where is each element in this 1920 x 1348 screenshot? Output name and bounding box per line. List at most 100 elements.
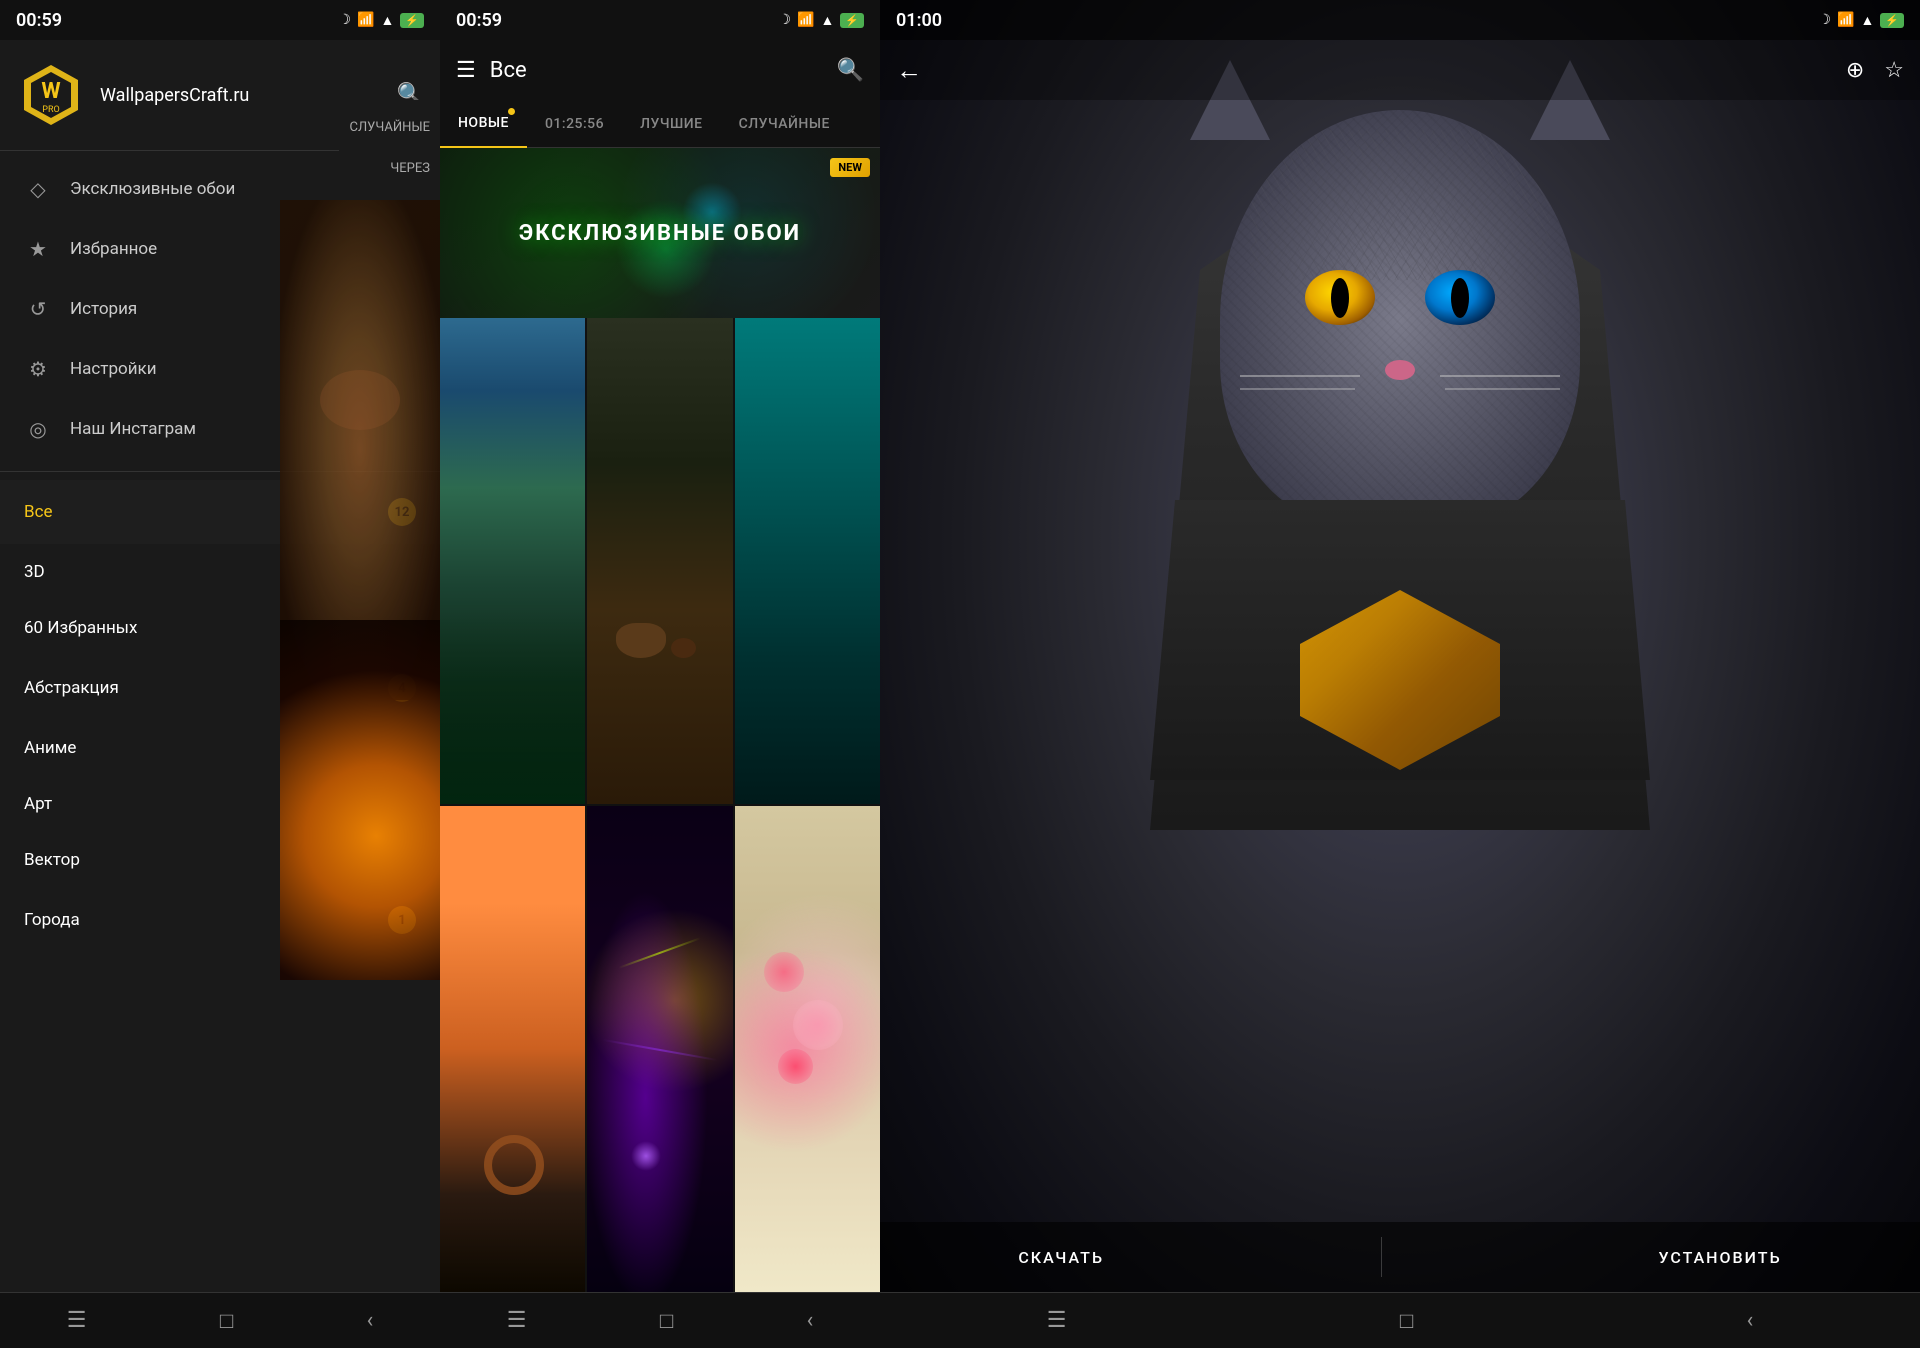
status-icons-2: ☽ 📶 ▲ ⚡ [778, 12, 864, 29]
category-anime-label: Аниме [24, 738, 76, 758]
panel-sidebar: 00:59 ☽ 📶 ▲ ⚡ W PRO WallpapersCraft.ru 🔍… [0, 0, 440, 1348]
whisker-right-1 [1440, 375, 1560, 377]
panel-gallery: 00:59 ☽ 📶 ▲ ⚡ ☰ Все 🔍 НОВЫЕ 01:25:56 ЛУЧ… [440, 0, 880, 1348]
tab-best-label: ЛУЧШИЕ [640, 116, 702, 132]
partial-tab-2: ЧЕРЕЗ [349, 155, 430, 182]
tab-new-label: НОВЫЕ [458, 115, 509, 131]
moon-icon-2: ☽ [778, 12, 791, 28]
hoodie-front [1150, 500, 1650, 780]
detail-action-bar: СКАЧАТЬ УСТАНОВИТЬ [880, 1222, 1920, 1292]
whisker-left-1 [1240, 375, 1360, 377]
status-time-1: 00:59 [16, 10, 62, 31]
nav-history-label: История [70, 299, 137, 319]
sidebar-header: W PRO WallpapersCraft.ru 🔍 СЛУЧАЙНЫЕ ЧЕР… [0, 40, 440, 151]
download-button[interactable]: СКАЧАТЬ [1018, 1248, 1104, 1267]
instagram-icon: ◎ [24, 417, 52, 441]
svg-text:PRO: PRO [42, 105, 59, 115]
wallpaper-grid [440, 318, 880, 1292]
cat-eye-blue [1425, 270, 1495, 325]
banner-title: ЭКСКЛЮЗИВНЫЕ ОБОИ [519, 221, 801, 246]
category-cities-label: Города [24, 910, 80, 930]
signal-icon-3: 📶 [1837, 12, 1854, 28]
category-3d-label: 3D [24, 562, 45, 582]
bottom-menu-3[interactable]: ☰ [1027, 1300, 1087, 1341]
detail-topbar: ← ⊕ ☆ [880, 40, 1920, 100]
moon-icon-1: ☽ [338, 12, 351, 28]
bottom-nav-1: ☰ □ ‹ [0, 1292, 440, 1348]
wifi-icon-2: ▲ [820, 12, 834, 29]
cat-head [1150, 80, 1650, 780]
brand-name: WallpapersCraft.ru [100, 85, 249, 106]
install-button[interactable]: УСТАНОВИТЬ [1658, 1248, 1781, 1267]
tab-new-dot [508, 108, 515, 115]
tab-best[interactable]: ЛУЧШИЕ [622, 100, 720, 148]
hoodie-pattern [1300, 590, 1500, 770]
bottom-back-3[interactable]: ‹ [1727, 1300, 1774, 1341]
wifi-icon-1: ▲ [380, 12, 394, 29]
partial-tab-1: СЛУЧАЙНЫЕ [349, 114, 430, 141]
action-divider [1381, 1237, 1382, 1277]
bottom-nav-2: ☰ □ ‹ [440, 1292, 880, 1348]
grid-cell-car[interactable] [440, 806, 585, 1292]
whisker-right-2 [1445, 388, 1560, 390]
gallery-search-icon[interactable]: 🔍 [837, 58, 864, 83]
status-bar-2: 00:59 ☽ 📶 ▲ ⚡ [440, 0, 880, 40]
nav-favorites-label: Избранное [70, 239, 157, 259]
bottom-back-2[interactable]: ‹ [787, 1300, 834, 1341]
bottom-back-1[interactable]: ‹ [347, 1300, 394, 1341]
gallery-menu-icon[interactable]: ☰ [456, 58, 476, 83]
exclusive-icon: ◇ [24, 177, 52, 201]
bottom-home-1[interactable]: □ [200, 1300, 253, 1342]
tab-random[interactable]: СЛУЧАЙНЫЕ [721, 100, 848, 148]
whisker-left-2 [1240, 388, 1355, 390]
tab-random-label: СЛУЧАЙНЫЕ [739, 116, 830, 132]
bottom-menu-2[interactable]: ☰ [487, 1300, 547, 1341]
wifi-icon-3: ▲ [1860, 12, 1874, 29]
status-bar-1: 00:59 ☽ 📶 ▲ ⚡ [0, 0, 440, 40]
battery-icon-1: ⚡ [400, 13, 424, 28]
ring-bg [280, 620, 440, 980]
category-60fav-label: 60 Избранных [24, 618, 137, 638]
history-icon: ↺ [24, 297, 52, 321]
status-time-2: 00:59 [456, 10, 502, 31]
gallery-tabs: НОВЫЕ 01:25:56 ЛУЧШИЕ СЛУЧАЙНЫЕ [440, 100, 880, 148]
category-all-label: Все [24, 502, 53, 522]
nav-exclusive-label: Эксклюзивные обои [70, 179, 235, 199]
grid-cell-teal[interactable] [735, 318, 880, 804]
nav-instagram-label: Наш Инстаграм [70, 419, 196, 439]
battery-icon-3: ⚡ [1880, 13, 1904, 28]
svg-text:W: W [41, 79, 60, 104]
status-bar-3: 01:00 ☽ 📶 ▲ ⚡ [880, 0, 1920, 40]
category-abstract-label: Абстракция [24, 678, 119, 698]
cat-face [1220, 110, 1580, 530]
exclusive-banner[interactable]: ЭКСКЛЮЗИВНЫЕ ОБОИ NEW [440, 148, 880, 318]
status-icons-3: ☽ 📶 ▲ ⚡ [1818, 12, 1904, 29]
tab-new[interactable]: НОВЫЕ [440, 100, 527, 148]
status-icons-1: ☽ 📶 ▲ ⚡ [338, 12, 424, 29]
bottom-nav-3: ☰ □ ‹ [880, 1292, 1920, 1348]
bottom-home-3[interactable]: □ [1380, 1300, 1433, 1342]
bottom-menu-1[interactable]: ☰ [47, 1300, 107, 1341]
nav-settings-label: Настройки [70, 359, 157, 379]
grid-cell-flowers[interactable] [735, 806, 880, 1292]
wallpaper-full-view [880, 0, 1920, 1348]
cat-nose [1385, 360, 1415, 380]
banner-badge: NEW [830, 158, 870, 177]
favorite-icon[interactable]: ☆ [1884, 58, 1904, 83]
tab-timer[interactable]: 01:25:56 [527, 100, 622, 148]
detail-actions: ⊕ ☆ [1846, 58, 1904, 83]
gallery-topbar: ☰ Все 🔍 [440, 40, 880, 100]
bottom-home-2[interactable]: □ [640, 1300, 693, 1342]
back-button[interactable]: ← [896, 55, 922, 86]
panel-detail: 01:00 ☽ 📶 ▲ ⚡ ← ⊕ ☆ [880, 0, 1920, 1348]
cat-eye-yellow [1305, 270, 1375, 325]
signal-icon-1: 📶 [357, 12, 374, 28]
category-vector-label: Вектор [24, 850, 80, 870]
signal-icon-2: 📶 [797, 12, 814, 28]
tab-timer-label: 01:25:56 [545, 116, 604, 132]
grid-cell-abstract[interactable] [587, 806, 732, 1292]
grid-cell-landscape[interactable] [440, 318, 585, 804]
grid-cell-teapot[interactable] [587, 318, 732, 804]
cat-eyes [1220, 270, 1580, 325]
save-icon[interactable]: ⊕ [1846, 58, 1864, 83]
